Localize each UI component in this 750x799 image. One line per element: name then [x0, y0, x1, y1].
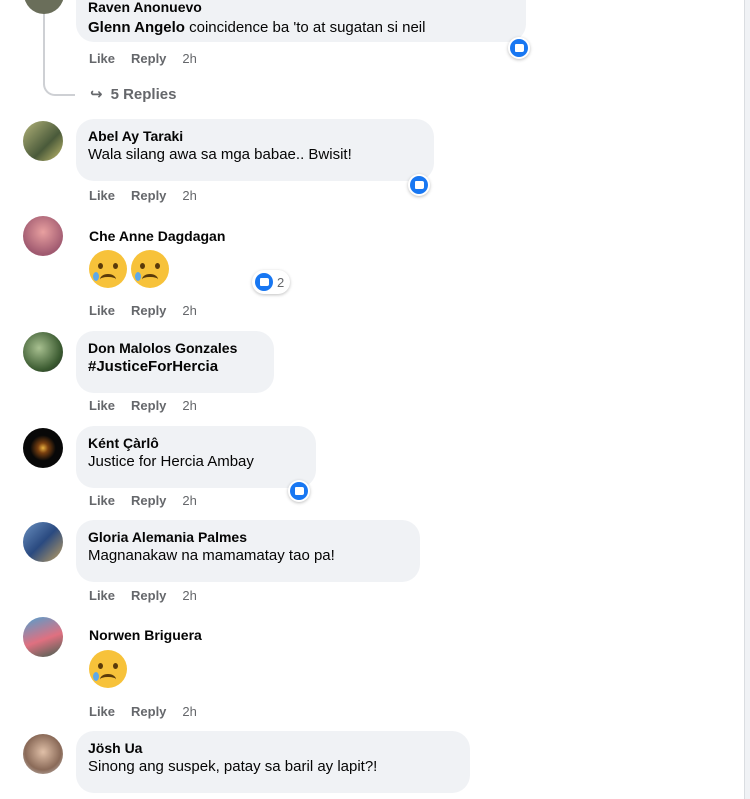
hashtag-link[interactable]: #JusticeForHercia	[88, 357, 262, 377]
like-reaction-icon[interactable]	[408, 174, 430, 196]
comment-bubble: Don Malolos Gonzales #JusticeForHercia	[76, 331, 274, 393]
avatar[interactable]	[23, 332, 63, 372]
like-button[interactable]: Like	[89, 588, 115, 603]
timestamp[interactable]: 2h	[182, 493, 196, 508]
comment-bubble: Raven Anonuevo Glenn Angelo coincidence …	[76, 0, 526, 42]
comment-text: Wala silang awa sa mga babae.. Bwisit!	[88, 146, 352, 163]
comment-bubble: Ként Çàrlô Justice for Hercia Ambay	[76, 426, 316, 488]
avatar[interactable]	[23, 734, 63, 774]
comment-author[interactable]: Norwen Briguera	[89, 626, 202, 644]
comment-actions: Like Reply 2h	[89, 188, 213, 203]
like-reaction-icon	[255, 273, 273, 291]
comment-actions: Like Reply 2h	[89, 493, 213, 508]
timestamp[interactable]: 2h	[182, 704, 196, 719]
comment-bubble: Gloria Alemania Palmes Magnanakaw na mam…	[76, 520, 420, 582]
reply-arrow-icon: ↪	[90, 86, 103, 103]
like-reaction-icon[interactable]	[508, 37, 530, 59]
comment-text: Magnanakaw na mamamatay tao pa!	[88, 547, 335, 564]
comment-author[interactable]: Jösh Ua	[88, 739, 458, 757]
reaction-count-label: 2	[277, 274, 285, 290]
like-button[interactable]: Like	[89, 493, 115, 508]
sad-emoji-pair	[89, 250, 173, 290]
comment-author[interactable]: Ként Çàrlô	[88, 434, 304, 452]
avatar[interactable]	[23, 121, 63, 161]
timestamp[interactable]: 2h	[182, 398, 196, 413]
comment-actions: Like Reply 2h	[89, 51, 213, 66]
avatar[interactable]	[23, 617, 63, 657]
comment-text: Sinong ang suspek, patay sa baril ay lap…	[88, 758, 378, 775]
timestamp[interactable]: 2h	[182, 188, 196, 203]
like-button[interactable]: Like	[89, 398, 115, 413]
reply-button[interactable]: Reply	[131, 51, 166, 66]
comment-text: Justice for Hercia Ambay	[88, 453, 254, 470]
timestamp[interactable]: 2h	[182, 303, 196, 318]
like-button[interactable]: Like	[89, 704, 115, 719]
reply-button[interactable]: Reply	[131, 188, 166, 203]
view-replies-button[interactable]: ↪ 5 Replies	[90, 85, 176, 103]
reply-button[interactable]: Reply	[131, 588, 166, 603]
reply-button[interactable]: Reply	[131, 398, 166, 413]
comment-actions: Like Reply 2h	[89, 588, 213, 603]
reaction-count[interactable]: 2	[252, 270, 291, 294]
comment-author[interactable]: Abel Ay Taraki	[88, 127, 422, 145]
avatar[interactable]	[23, 216, 63, 256]
like-button[interactable]: Like	[89, 303, 115, 318]
reply-button[interactable]: Reply	[131, 303, 166, 318]
avatar[interactable]	[23, 428, 63, 468]
crying-face-icon	[131, 250, 169, 288]
mention-link[interactable]: Glenn Angelo	[88, 19, 185, 36]
comment-text: Glenn Angelo coincidence ba 'to at sugat…	[88, 19, 426, 36]
avatar[interactable]	[24, 0, 64, 14]
comment-actions: Like Reply 2h	[89, 704, 213, 719]
like-reaction-icon[interactable]	[288, 480, 310, 502]
comment-bubble: Abel Ay Taraki Wala silang awa sa mga ba…	[76, 119, 434, 181]
right-edge	[744, 0, 750, 799]
comment-bubble: Jösh Ua Sinong ang suspek, patay sa bari…	[76, 731, 470, 793]
sad-emoji	[89, 650, 131, 690]
like-button[interactable]: Like	[89, 188, 115, 203]
comment-actions: Like Reply 2h	[89, 398, 213, 413]
thread-connector	[43, 70, 75, 96]
timestamp[interactable]: 2h	[182, 51, 196, 66]
crying-face-icon	[89, 250, 127, 288]
timestamp[interactable]: 2h	[182, 588, 196, 603]
sad-face-icon	[89, 650, 127, 688]
comment-author[interactable]: Raven Anonuevo	[88, 0, 514, 16]
comment-author[interactable]: Don Malolos Gonzales	[88, 339, 262, 357]
comment-author[interactable]: Gloria Alemania Palmes	[88, 528, 408, 546]
avatar[interactable]	[23, 522, 63, 562]
reply-button[interactable]: Reply	[131, 493, 166, 508]
like-button[interactable]: Like	[89, 51, 115, 66]
comment-author[interactable]: Che Anne Dagdagan	[89, 227, 225, 245]
reply-button[interactable]: Reply	[131, 704, 166, 719]
comment-actions: Like Reply 2h	[89, 303, 213, 318]
